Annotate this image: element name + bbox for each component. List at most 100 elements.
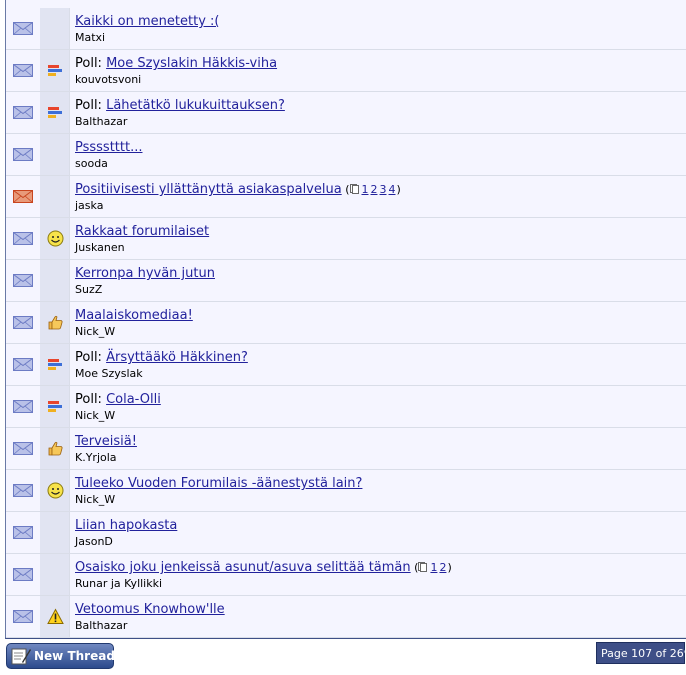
thread-title-cell: Poll: Moe Szyslakin Häkkis-viha kouvotsvo… (70, 50, 686, 91)
thread-author: Nick_W (75, 493, 116, 506)
thread-title-cell: Liian hapokasta JasonD (70, 512, 686, 553)
thread-author: K.Yrjola (75, 451, 117, 464)
thread-icon-cell (40, 344, 70, 385)
thread-title-link[interactable]: Ärsyttääkö Häkkinen? (106, 350, 248, 365)
thread-icon-cell (40, 218, 70, 259)
thread-title-cell: Positiivisesti yllättänyttä asiakaspalve… (70, 176, 686, 217)
thread-icon-cell (40, 260, 70, 301)
thread-icon-cell (40, 50, 70, 91)
thread-title-line: Osaisko joku jenkeissä asunut/asuva seli… (75, 560, 452, 575)
thread-row: Poll: Moe Szyslakin Häkkis-viha kouvotsvo… (6, 50, 686, 92)
thread-title-cell: Kaikki on menetetty :( Matxi (70, 8, 686, 49)
thread-row: Liian hapokasta JasonD (6, 512, 686, 554)
new-thread-label: New Thread (34, 649, 115, 663)
thread-title-line: Poll: Moe Szyslakin Häkkis-viha (75, 56, 277, 71)
thread-status-cell (6, 50, 41, 91)
thread-icon-cell (40, 8, 70, 49)
thread-icon-cell (40, 428, 70, 469)
thread-title-line: Tuleeko Vuoden Forumilais -äänestystä la… (75, 476, 362, 491)
thread-status-cell (6, 386, 41, 427)
thread-page-link[interactable]: 2 (439, 561, 446, 574)
thread-status-cell (6, 596, 41, 637)
thread-status-cell (6, 92, 41, 133)
thread-title-cell: Poll: Lähetätkö lukukuittauksen? Balthaza… (70, 92, 686, 133)
thread-title-line: Kerronpa hyvän jutun (75, 266, 215, 281)
thread-title-line: Poll: Ärsyttääkö Häkkinen? (75, 350, 248, 365)
thread-icon-cell (40, 302, 70, 343)
thread-title-link[interactable]: Terveisiä! (75, 434, 137, 449)
thread-author: Juskanen (75, 241, 125, 254)
thread-status-cell (6, 218, 41, 259)
thread-row: Kaikki on menetetty :( Matxi (6, 8, 686, 50)
thread-author: Nick_W (75, 325, 116, 338)
page-nav[interactable]: Page 107 of 269 (596, 642, 686, 664)
thread-author: Matxi (75, 31, 106, 44)
thread-row: Maalaiskomediaa! Nick_W (6, 302, 686, 344)
thread-title-link[interactable]: Rakkaat forumilaiset (75, 224, 209, 239)
thread-status-cell (6, 134, 41, 175)
thread-page-link[interactable]: 3 (380, 183, 387, 196)
thread-title-line: Terveisiä! (75, 434, 137, 449)
poll-prefix: Poll: (75, 98, 102, 113)
thread-author: Runar ja Kyllikki (75, 577, 163, 590)
thread-row: Terveisiä! K.Yrjola (6, 428, 686, 470)
thread-title-link[interactable]: Maalaiskomediaa! (75, 308, 193, 323)
thread-title-cell: Poll: Ärsyttääkö Häkkinen? Moe Szyslak (70, 344, 686, 385)
poll-prefix: Poll: (75, 392, 102, 407)
thread-pages: (1 2) (410, 561, 452, 574)
thread-row: Psssstttt... sooda (6, 134, 686, 176)
thread-author: Nick_W (75, 409, 116, 422)
thread-title-cell: Kerronpa hyvän jutun SuzZ (70, 260, 686, 301)
thread-icon-cell (40, 92, 70, 133)
thread-title-line: Vetoomus Knowhow'lle (75, 602, 225, 617)
thread-title-line: Maalaiskomediaa! (75, 308, 193, 323)
thread-status-cell (6, 302, 41, 343)
thread-page-link[interactable]: 2 (371, 183, 378, 196)
thread-row: Poll: Cola-Olli Nick_W (6, 386, 686, 428)
thread-title-cell: Psssstttt... sooda (70, 134, 686, 175)
thread-title-cell: Maalaiskomediaa! Nick_W (70, 302, 686, 343)
thread-title-link[interactable]: Cola-Olli (106, 392, 161, 407)
thread-icon-cell (40, 134, 70, 175)
thread-title-line: Positiivisesti yllättänyttä asiakaspalve… (75, 182, 401, 197)
thread-title-link[interactable]: Tuleeko Vuoden Forumilais -äänestystä la… (75, 476, 362, 491)
thread-title-link[interactable]: Psssstttt... (75, 140, 143, 155)
thread-row: Vetoomus Knowhow'lle Balthazar (6, 596, 686, 638)
thread-page-link[interactable]: 4 (389, 183, 396, 196)
poll-prefix: Poll: (75, 350, 102, 365)
thread-title-line: Rakkaat forumilaiset (75, 224, 209, 239)
thread-author: sooda (75, 157, 108, 170)
new-thread-icon (11, 648, 31, 665)
thread-title-link[interactable]: Lähetätkö lukukuittauksen? (106, 98, 285, 113)
thread-icon-cell (40, 176, 70, 217)
thread-title-link[interactable]: Vetoomus Knowhow'lle (75, 602, 225, 617)
thread-list: Kaikki on menetetty :( Matxi Poll: Moe Sz… (5, 0, 686, 639)
thread-icon-cell (40, 596, 70, 637)
thread-status-cell (6, 512, 41, 553)
thread-title-line: Kaikki on menetetty :( (75, 14, 219, 29)
thread-row: Kerronpa hyvän jutun SuzZ (6, 260, 686, 302)
thread-title-line: Psssstttt... (75, 140, 143, 155)
thread-page-link[interactable]: 1 (362, 183, 369, 196)
thread-icon-cell (40, 554, 70, 595)
thread-title-link[interactable]: Moe Szyslakin Häkkis-viha (106, 56, 277, 71)
thread-author: Balthazar (75, 619, 128, 632)
thread-title-line: Liian hapokasta (75, 518, 177, 533)
thread-row: Rakkaat forumilaiset Juskanen (6, 218, 686, 260)
new-thread-button[interactable]: New Thread (6, 643, 115, 669)
thread-title-link[interactable]: Osaisko joku jenkeissä asunut/asuva seli… (75, 560, 411, 575)
thread-author: jaska (75, 199, 104, 212)
thread-title-cell: Terveisiä! K.Yrjola (70, 428, 686, 469)
thread-title-link[interactable]: Kerronpa hyvän jutun (75, 266, 215, 281)
thread-title-link[interactable]: Positiivisesti yllättänyttä asiakaspalve… (75, 182, 342, 197)
thread-page-link[interactable]: 1 (430, 561, 437, 574)
thread-author: Moe Szyslak (75, 367, 143, 380)
thread-title-link[interactable]: Kaikki on menetetty :( (75, 14, 219, 29)
thread-status-cell (6, 554, 41, 595)
thread-status-cell (6, 176, 41, 217)
thread-author: Balthazar (75, 115, 128, 128)
thread-author: JasonD (75, 535, 113, 548)
thread-status-cell (6, 344, 41, 385)
thread-title-link[interactable]: Liian hapokasta (75, 518, 177, 533)
thread-status-cell (6, 428, 41, 469)
